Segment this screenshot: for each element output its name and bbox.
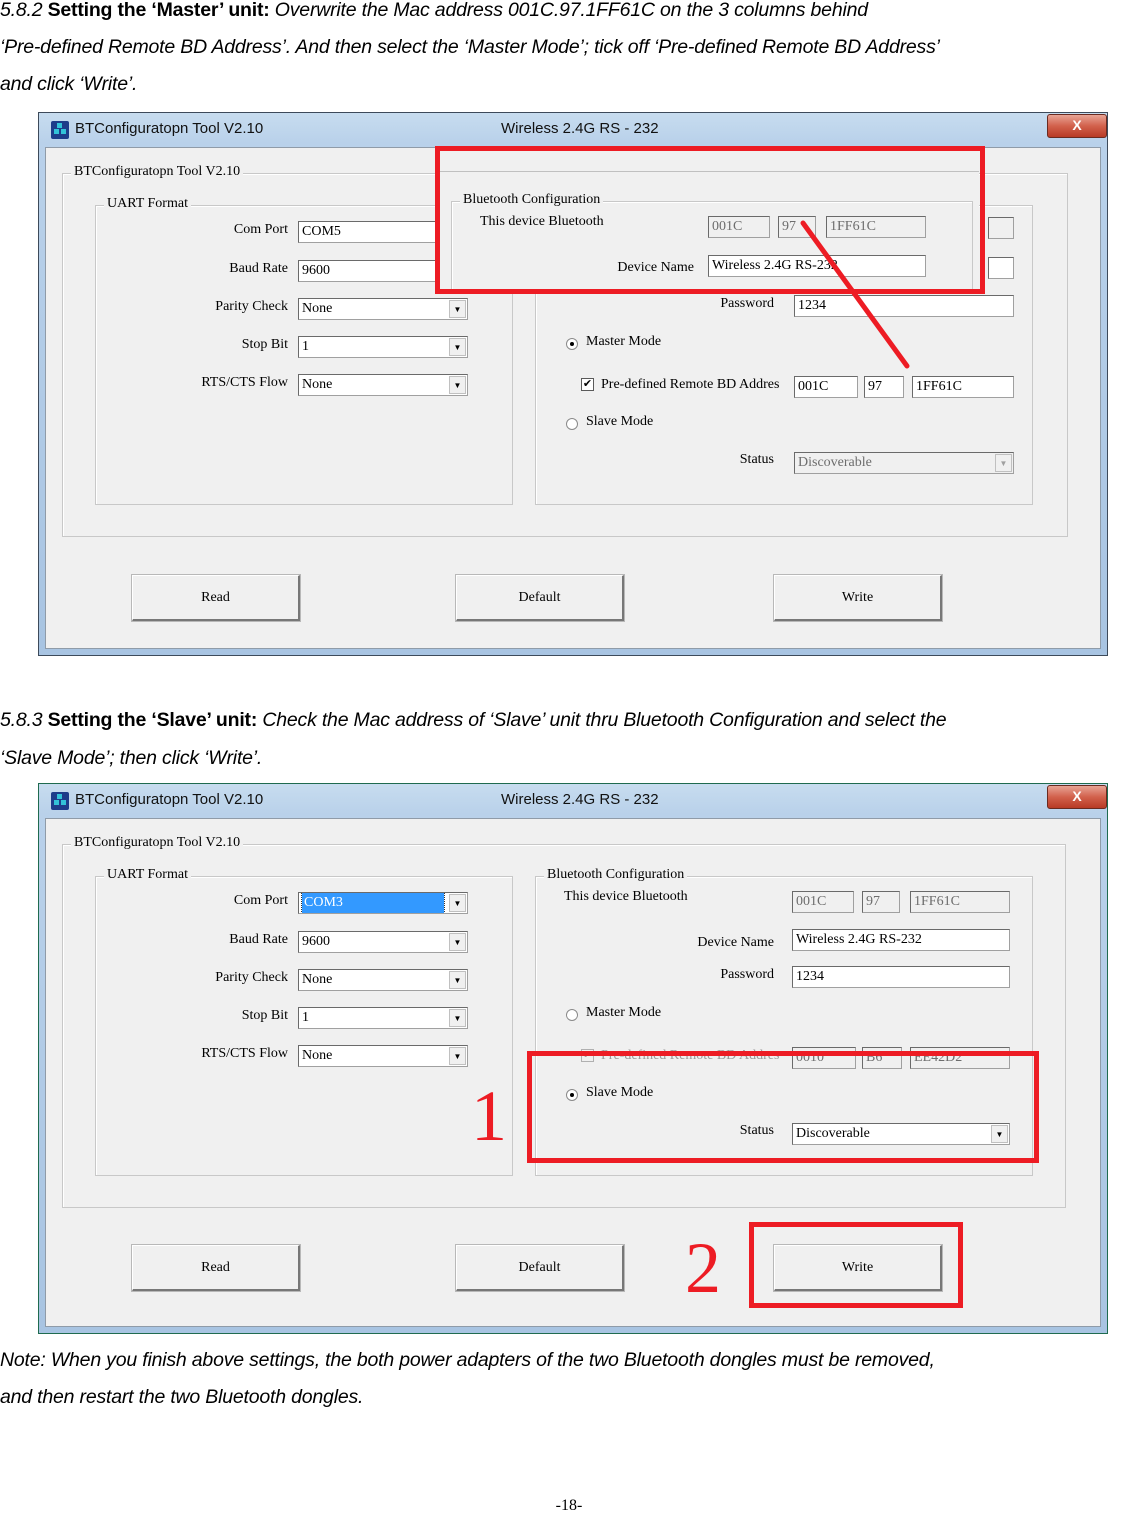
password-label: Password [720, 296, 774, 311]
remote-addr-3-input[interactable]: 1FF61C [912, 376, 1014, 398]
chevron-down-icon[interactable]: ▼ [449, 894, 466, 912]
window-title: BTConfiguratopn Tool V2.10 [75, 120, 264, 137]
note-line1: Note: When you finish above settings, th… [0, 1349, 935, 1371]
device-name-field-edge [988, 257, 1014, 279]
outer-group-legend: BTConfiguratopn Tool V2.10 [71, 835, 244, 851]
page-number: -18- [555, 1497, 583, 1514]
chevron-down-icon[interactable]: ▼ [449, 338, 466, 356]
chevron-down-icon[interactable]: ▼ [449, 1009, 466, 1027]
baud-rate-select[interactable]: 9600 ▼ [298, 931, 468, 953]
step-2-label: 2 [685, 1228, 721, 1308]
outer-group-legend: BTConfiguratopn Tool V2.10 [71, 164, 244, 180]
predefined-remote-label: Pre-defined Remote BD Addres [601, 377, 780, 392]
step-1-label: 1 [471, 1076, 507, 1156]
section-582-line2: ‘Pre-defined Remote BD Address’. And the… [0, 36, 940, 58]
title-bar: BTConfiguratopn Tool V2.10 Wireless 2.4G… [39, 113, 1107, 147]
section-582-line3: and click ‘Write’. [0, 73, 138, 95]
window-title: BTConfiguratopn Tool V2.10 [75, 791, 264, 808]
read-button[interactable]: Read [132, 575, 300, 621]
stop-bit-label: Stop Bit [241, 337, 288, 352]
remote-addr-1-input[interactable]: 001C [794, 376, 858, 398]
com-port-label: Com Port [233, 893, 288, 908]
device-addr-1: 001C [792, 891, 854, 913]
rts-cts-flow-select[interactable]: None ▼ [298, 374, 468, 396]
uart-format-group: UART Format Com Port COM3 ▼ Baud Rate 960… [95, 867, 513, 1176]
remote-addr-2-input[interactable]: 97 [864, 376, 904, 398]
default-button[interactable]: Default [456, 575, 624, 621]
master-config-window: BTConfiguratopn Tool V2.10 Wireless 2.4G… [38, 112, 1108, 656]
master-mode-radio[interactable] [566, 1009, 578, 1021]
stop-bit-select[interactable]: 1 ▼ [298, 1007, 468, 1029]
app-icon [51, 121, 69, 139]
stop-bit-label: Stop Bit [241, 1008, 288, 1023]
password-input[interactable]: 1234 [794, 295, 1014, 317]
window-caption: Wireless 2.4G RS - 232 [501, 791, 659, 808]
status-select[interactable]: Discoverable ▼ [794, 452, 1014, 474]
window-caption: Wireless 2.4G RS - 232 [501, 120, 659, 137]
bt-legend: Bluetooth Configuration [544, 867, 688, 883]
rts-cts-flow-label: RTS/CTS Flow [201, 375, 288, 390]
chevron-down-icon[interactable]: ▼ [449, 376, 466, 394]
password-label: Password [720, 967, 774, 982]
device-addr-2: 97 [862, 891, 900, 913]
close-button[interactable]: X [1047, 114, 1107, 138]
uart-legend: UART Format [104, 196, 191, 212]
write-button[interactable]: Write [774, 575, 942, 621]
section-583-line2: ‘Slave Mode’; then click ‘Write’. [0, 747, 263, 769]
chevron-down-icon[interactable]: ▼ [449, 971, 466, 989]
rts-cts-flow-select[interactable]: None ▼ [298, 1045, 468, 1067]
this-device-label: This device Bluetooth [564, 889, 688, 904]
default-button[interactable]: Default [456, 1245, 624, 1291]
device-addr-3: 1FF61C [910, 891, 1010, 913]
chevron-down-icon[interactable]: ▼ [995, 454, 1012, 472]
highlight-box-bluetooth-config [435, 146, 985, 294]
app-icon [51, 792, 69, 810]
highlight-box-slave-mode [527, 1051, 1039, 1163]
chevron-down-icon[interactable]: ▼ [449, 1047, 466, 1065]
close-button[interactable]: X [1047, 785, 1107, 809]
parity-check-label: Parity Check [215, 299, 288, 314]
device-name-label: Device Name [697, 935, 774, 950]
section-583-heading: Setting the ‘Slave’ unit: [47, 709, 258, 731]
predefined-remote-checkbox[interactable]: ✔ [581, 378, 594, 391]
slave-mode-radio[interactable] [566, 418, 578, 430]
highlight-box-write [749, 1222, 963, 1308]
stop-bit-select[interactable]: 1 ▼ [298, 336, 468, 358]
com-port-label: Com Port [233, 222, 288, 237]
rts-cts-flow-label: RTS/CTS Flow [201, 1046, 288, 1061]
uart-legend: UART Format [104, 867, 191, 883]
section-583-line1: 5.8.3 Setting the ‘Slave’ unit: Check th… [0, 709, 947, 731]
section-582-line1: 5.8.2 Setting the ‘Master’ unit: Overwri… [0, 0, 868, 21]
status-label: Status [739, 452, 774, 467]
parity-check-select[interactable]: None ▼ [298, 969, 468, 991]
baud-rate-label: Baud Rate [229, 261, 288, 276]
title-bar: BTConfiguratopn Tool V2.10 Wireless 2.4G… [39, 784, 1107, 818]
password-input[interactable]: 1234 [792, 966, 1010, 988]
device-name-input[interactable]: Wireless 2.4G RS-232 [792, 929, 1010, 951]
read-button[interactable]: Read [132, 1245, 300, 1291]
master-mode-label: Master Mode [586, 1005, 662, 1020]
parity-check-select[interactable]: None ▼ [298, 298, 468, 320]
com-port-select[interactable]: COM3 ▼ [298, 892, 468, 914]
chevron-down-icon[interactable]: ▼ [449, 300, 466, 318]
chevron-down-icon[interactable]: ▼ [449, 933, 466, 951]
master-mode-radio[interactable] [566, 338, 578, 350]
baud-rate-label: Baud Rate [229, 932, 288, 947]
addr-field-edge [988, 217, 1014, 239]
slave-config-window: BTConfiguratopn Tool V2.10 Wireless 2.4G… [38, 783, 1108, 1334]
parity-check-label: Parity Check [215, 970, 288, 985]
section-582-heading: Setting the ‘Master’ unit: [47, 0, 270, 21]
note-line2: and then restart the two Bluetooth dongl… [0, 1386, 364, 1408]
slave-mode-label: Slave Mode [586, 414, 654, 429]
master-mode-label: Master Mode [586, 334, 662, 349]
